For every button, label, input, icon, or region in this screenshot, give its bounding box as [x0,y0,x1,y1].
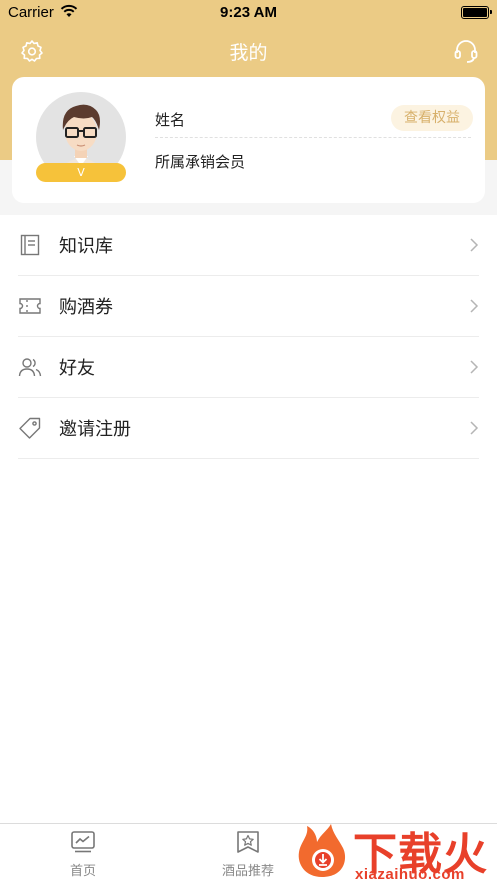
chevron-right-icon [470,238,479,252]
menu-item-invite-register[interactable]: 邀请注册 [18,398,479,459]
user-name: 姓名 [155,111,186,129]
tab-label: 首页 [69,864,96,879]
menu-list: 知识库 购酒券 好友 邀请注册 [0,215,497,823]
tab-label: 酒品推荐 [221,864,274,879]
chevron-right-icon [470,299,479,313]
view-rights-button[interactable]: 查看权益 [391,105,473,131]
star-bookmark-icon [237,831,259,853]
tag-icon [19,417,41,439]
member-affiliation: 所属承销会员 [155,153,246,171]
tab-home[interactable]: 首页 [23,830,143,879]
status-bar: Carrier 9:23 AM [0,0,497,26]
watermark-domain: xiazaihuo.com [355,866,465,883]
page-title: 我的 [229,42,268,64]
menu-item-label: 购酒券 [59,297,113,318]
menu-item-knowledge-base[interactable]: 知识库 [18,215,479,276]
ticket-icon [19,298,41,314]
battery-icon [461,6,492,19]
avatar[interactable]: V [36,92,126,182]
profile-divider [155,137,471,138]
clock: 9:23 AM [220,4,277,21]
tab-wine-recommend[interactable]: 酒品推荐 [188,830,308,879]
menu-item-label: 知识库 [59,236,113,257]
menu-item-label: 邀请注册 [59,419,131,440]
chart-board-icon [71,831,95,853]
profile-card: V 姓名 所属承销会员 查看权益 [12,77,485,203]
customer-service-headset-icon[interactable] [453,38,479,64]
flame-logo-icon [298,824,346,877]
menu-item-friends[interactable]: 好友 [18,337,479,398]
menu-item-label: 好友 [59,358,95,379]
vip-level-badge: V [36,163,126,182]
book-icon [20,234,40,256]
menu-item-wine-voucher[interactable]: 购酒券 [18,276,479,337]
friends-icon [18,358,42,377]
chevron-right-icon [470,360,479,374]
chevron-right-icon [470,421,479,435]
watermark-logo: 下载火 xiazaihuo.com [293,818,497,883]
